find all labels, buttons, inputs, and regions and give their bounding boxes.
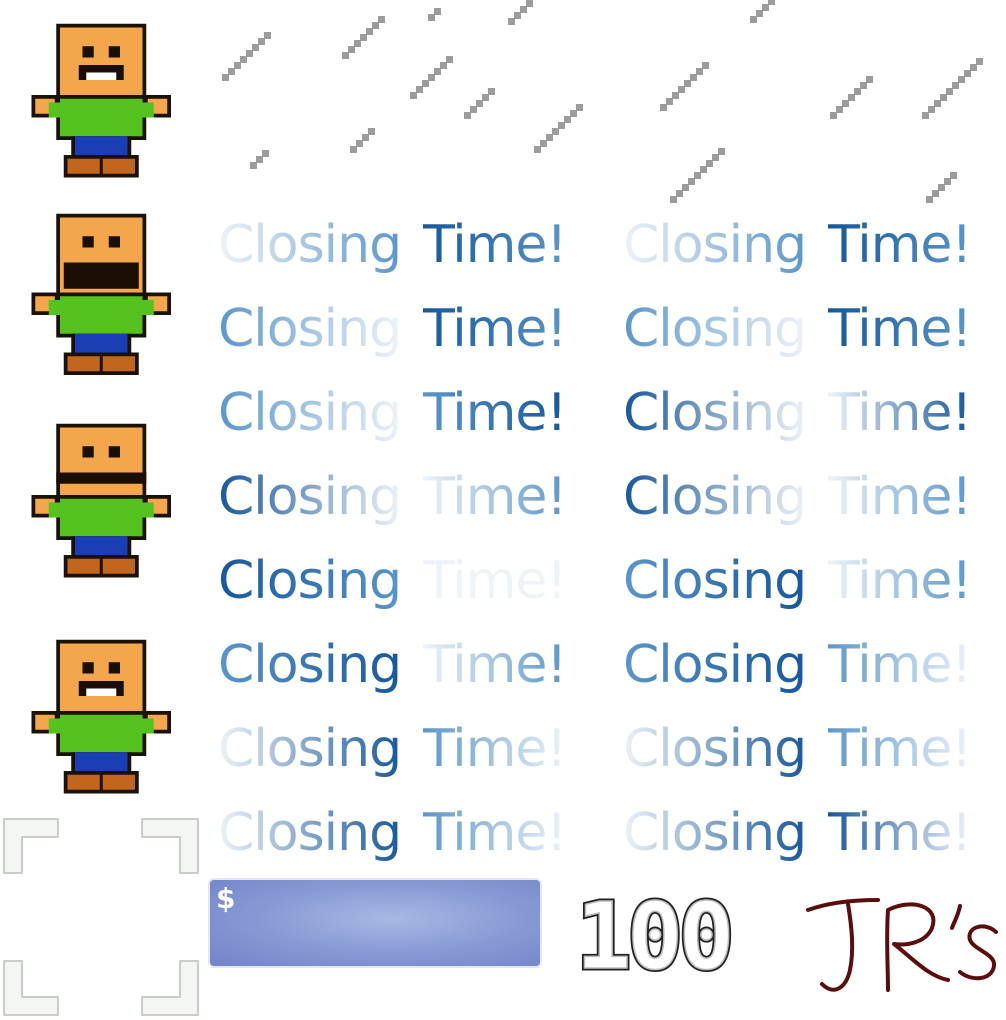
banner-row: Closing Time! Closing Time! bbox=[218, 551, 998, 631]
closing-time-banner-grid: Closing Time! Closing Time! Closing Time! Clos… bbox=[218, 205, 998, 863]
selection-frame-icon bbox=[3, 818, 199, 1016]
banner-row: Closing Time! Closing Time! bbox=[218, 803, 998, 883]
dollar-sign: $ bbox=[216, 882, 236, 915]
banner-row: Closing Time! Closing Time! bbox=[218, 299, 998, 379]
closing-time-text: Closing Time! bbox=[218, 383, 567, 463]
closing-word: Closing bbox=[623, 635, 807, 695]
closing-word: Closing bbox=[218, 383, 402, 443]
closing-word: Closing bbox=[218, 551, 402, 611]
time-word: Time! bbox=[828, 383, 972, 443]
closing-word: Closing bbox=[623, 719, 807, 779]
character-sprite-smile bbox=[30, 20, 175, 195]
time-word: Time! bbox=[423, 551, 567, 611]
closing-time-text: Closing Time! bbox=[623, 719, 972, 799]
closing-word: Closing bbox=[623, 215, 807, 275]
banner-row: Closing Time! Closing Time! bbox=[218, 635, 998, 715]
closing-word: Closing bbox=[218, 635, 402, 695]
closing-time-text: Closing Time! bbox=[218, 467, 567, 547]
closing-time-text: Closing Time! bbox=[623, 467, 972, 547]
closing-word: Closing bbox=[623, 299, 807, 359]
time-word: Time! bbox=[423, 803, 567, 863]
closing-word: Closing bbox=[218, 719, 402, 779]
time-word: Time! bbox=[828, 635, 972, 695]
closing-time-text: Closing Time! bbox=[623, 299, 972, 379]
closing-word: Closing bbox=[218, 803, 402, 863]
time-word: Time! bbox=[828, 467, 972, 527]
closing-word: Closing bbox=[623, 383, 807, 443]
score-counter: 100 100 bbox=[574, 888, 737, 988]
closing-time-text: Closing Time! bbox=[218, 215, 567, 295]
time-word: Time! bbox=[423, 467, 567, 527]
closing-word: Closing bbox=[218, 299, 402, 359]
closing-time-text: Closing Time! bbox=[218, 299, 567, 379]
time-word: Time! bbox=[828, 215, 972, 275]
money-display-panel: $ bbox=[208, 878, 542, 968]
time-word: Time! bbox=[423, 635, 567, 695]
banner-row: Closing Time! Closing Time! bbox=[218, 383, 998, 463]
time-word: Time! bbox=[828, 551, 972, 611]
closing-time-text: Closing Time! bbox=[623, 551, 972, 631]
closing-time-text: Closing Time! bbox=[218, 719, 567, 799]
character-sprite-smile-small bbox=[30, 636, 175, 806]
time-word: Time! bbox=[828, 299, 972, 359]
closing-word: Closing bbox=[623, 551, 807, 611]
rain-streaks bbox=[222, 0, 983, 203]
time-word: Time! bbox=[828, 719, 972, 779]
closing-time-text: Closing Time! bbox=[623, 803, 972, 883]
time-word: Time! bbox=[423, 299, 567, 359]
closing-word: Closing bbox=[218, 215, 402, 275]
closing-word: Closing bbox=[218, 467, 402, 527]
banner-row: Closing Time! Closing Time! bbox=[218, 215, 998, 295]
closing-time-text: Closing Time! bbox=[623, 635, 972, 715]
character-sprite-open-mouth bbox=[30, 210, 175, 410]
closing-time-text: Closing Time! bbox=[218, 551, 567, 631]
banner-row: Closing Time! Closing Time! bbox=[218, 719, 998, 799]
closing-time-text: Closing Time! bbox=[218, 635, 567, 715]
time-word: Time! bbox=[828, 803, 972, 863]
banner-row: Closing Time! Closing Time! bbox=[218, 467, 998, 547]
closing-word: Closing bbox=[623, 803, 807, 863]
time-word: Time! bbox=[423, 215, 567, 275]
closing-word: Closing bbox=[623, 467, 807, 527]
closing-time-text: Closing Time! bbox=[623, 215, 972, 295]
character-sprite-wide-open-mouth bbox=[30, 420, 175, 610]
jrs-logo bbox=[806, 898, 998, 992]
time-word: Time! bbox=[423, 719, 567, 779]
closing-time-text: Closing Time! bbox=[623, 383, 972, 463]
closing-time-text: Closing Time! bbox=[218, 803, 567, 883]
time-word: Time! bbox=[423, 383, 567, 443]
score-value-inner-outline: 100 bbox=[576, 888, 730, 988]
